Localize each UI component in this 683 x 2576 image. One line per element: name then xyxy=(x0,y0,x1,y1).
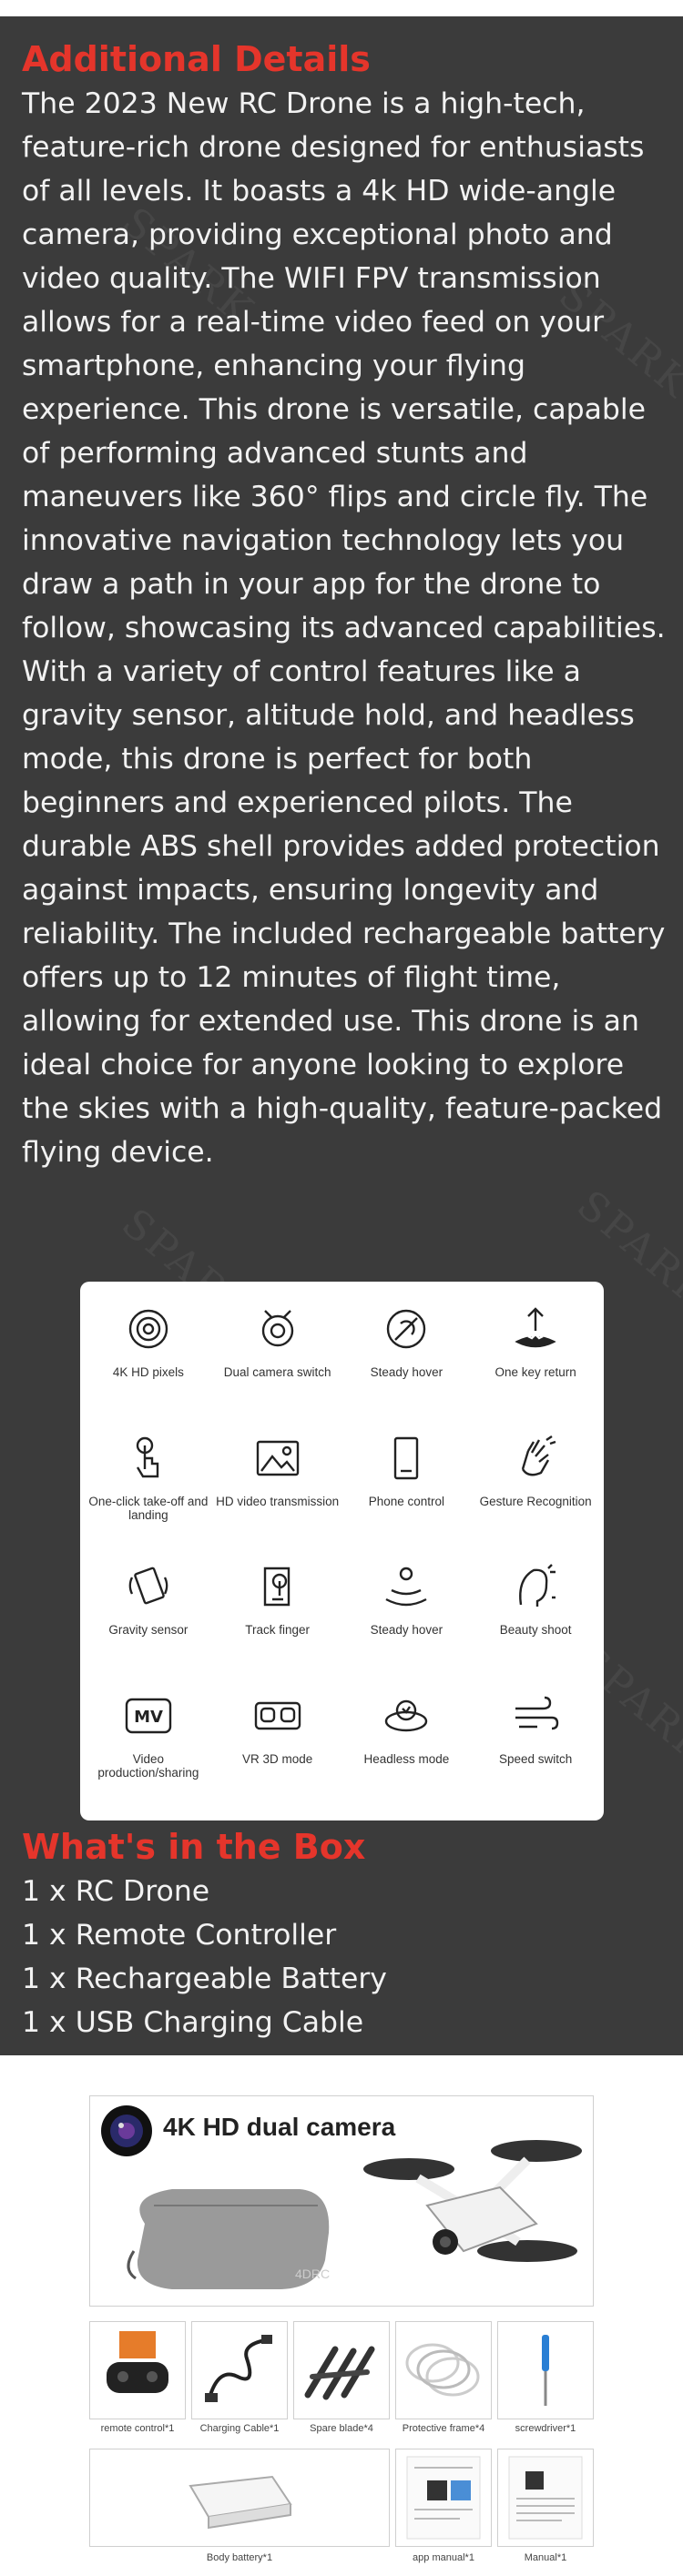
dual-camera-icon xyxy=(261,1310,293,1347)
whats-in-box-section: What's in the Box 1 x RC Drone 1 x Remot… xyxy=(22,1826,659,2044)
accessory-label: Charging Cable*1 xyxy=(199,2423,280,2434)
track-map-icon xyxy=(263,1567,290,1607)
manual-icon xyxy=(508,2456,583,2540)
whats-in-box-heading: What's in the Box xyxy=(22,1827,366,1867)
accessory-tile xyxy=(395,2449,492,2547)
accessory-tile xyxy=(89,2321,186,2419)
svg-text:MV: MV xyxy=(134,1708,163,1727)
feature-item: One key return xyxy=(471,1294,600,1424)
feature-label: Steady hover xyxy=(370,1623,443,1637)
charging-cable-icon xyxy=(205,2335,272,2402)
box-item: 1 x USB Charging Cable xyxy=(22,2006,364,2039)
accessory-label: Body battery*1 xyxy=(206,2552,273,2563)
protective-frame-icon xyxy=(405,2343,480,2397)
feature-grid: 4K HD pixels Dual camera switch Steady h… xyxy=(80,1282,604,1820)
feature-item: Speed switch xyxy=(471,1681,600,1810)
home-return-icon xyxy=(515,1307,556,1348)
top-strip xyxy=(0,0,683,16)
feature-label: Beauty shoot xyxy=(499,1623,572,1637)
accessory-label: app manual*1 xyxy=(413,2552,474,2563)
feature-item: Phone control xyxy=(342,1424,472,1553)
box-item: 1 x Remote Controller xyxy=(22,1919,337,1952)
feature-item: Steady hover xyxy=(342,1552,472,1681)
camera-lens-icon xyxy=(101,2105,152,2156)
remote-controller-icon xyxy=(107,2331,168,2393)
image-icon xyxy=(256,1440,299,1476)
accessory-tile xyxy=(293,2321,390,2419)
app-manual-icon xyxy=(406,2456,481,2540)
gesture-hand-icon xyxy=(521,1435,556,1476)
accessory-label: Protective frame*4 xyxy=(402,2423,485,2434)
feature-label: Steady hover xyxy=(370,1365,443,1379)
feature-item: Steady hover xyxy=(342,1294,472,1424)
case-logo: 4DRC xyxy=(295,2267,330,2281)
accessory-tile xyxy=(497,2321,594,2419)
product-details-section: SPARK SPARK SPARK SPARK SPARK Additional… xyxy=(0,16,683,2055)
feature-item: VR 3D mode xyxy=(213,1681,342,1810)
propeller-blades-icon xyxy=(304,2346,375,2400)
feature-label: HD video transmission xyxy=(216,1494,340,1508)
feature-label: Phone control xyxy=(368,1494,445,1508)
feature-label: Dual camera switch xyxy=(223,1365,331,1379)
drone-icon xyxy=(363,2140,582,2262)
feature-label: Track finger xyxy=(245,1623,311,1637)
accessory-label: Manual*1 xyxy=(524,2552,567,2563)
feature-item: Headless mode xyxy=(342,1681,472,1810)
feature-item: 4K HD pixels xyxy=(84,1294,213,1424)
additional-details-heading: Additional Details xyxy=(22,39,371,79)
steady-hover-icon xyxy=(387,1309,426,1349)
feature-item: MV Video production/sharing xyxy=(84,1681,213,1810)
feature-item: Beauty shoot xyxy=(471,1552,600,1681)
feature-label: Gesture Recognition xyxy=(479,1494,592,1508)
feature-item: Track finger xyxy=(213,1552,342,1681)
additional-details-text: The 2023 New RC Drone is a high-tech, fe… xyxy=(22,87,666,1169)
tap-finger-icon xyxy=(136,1436,159,1477)
phone-icon xyxy=(394,1436,419,1479)
accessory-tile xyxy=(497,2449,594,2547)
hover-signal-icon xyxy=(385,1567,427,1607)
carry-case-icon: 4DRC xyxy=(127,2189,330,2289)
mv-icon: MV xyxy=(125,1698,172,1733)
accessory-tile xyxy=(89,2449,390,2547)
feature-item: Dual camera switch xyxy=(213,1294,342,1424)
gravity-phone-icon xyxy=(128,1567,168,1605)
feature-label: One key return xyxy=(494,1365,576,1379)
feature-label: One-click take-off and landing xyxy=(88,1494,209,1522)
feature-label: Video production/sharing xyxy=(97,1751,199,1780)
feature-item: HD video transmission xyxy=(213,1424,342,1553)
feature-label: 4K HD pixels xyxy=(112,1365,184,1379)
feature-item: Gesture Recognition xyxy=(471,1424,600,1553)
accessory-label: remote control*1 xyxy=(100,2423,175,2434)
feature-label: Speed switch xyxy=(498,1751,573,1766)
accessory-tile xyxy=(395,2321,492,2419)
feature-label: VR 3D mode xyxy=(241,1751,313,1766)
feature-item: Gravity sensor xyxy=(84,1552,213,1681)
screwdriver-icon xyxy=(542,2335,549,2406)
feature-label: Gravity sensor xyxy=(108,1623,189,1637)
beauty-face-icon xyxy=(519,1564,556,1607)
headless-orbit-icon xyxy=(385,1699,428,1731)
package-contents-image: 4K HD dual camera 4DRC remote control*1 xyxy=(0,2055,683,2576)
box-item: 1 x Rechargeable Battery xyxy=(22,1962,387,1995)
vr-goggles-icon xyxy=(254,1701,301,1729)
hero-panel: 4K HD dual camera 4DRC xyxy=(89,2095,594,2307)
accessory-label: screwdriver*1 xyxy=(515,2423,576,2434)
accessory-label: Spare blade*4 xyxy=(310,2423,373,2434)
feature-item: One-click take-off and landing xyxy=(84,1424,213,1553)
box-item: 1 x RC Drone xyxy=(22,1875,210,1908)
feature-label: Headless mode xyxy=(363,1751,450,1766)
wind-speed-icon xyxy=(515,1696,559,1729)
camera-lens-icon xyxy=(128,1309,168,1349)
accessory-tile xyxy=(191,2321,288,2419)
battery-icon xyxy=(189,2475,292,2530)
